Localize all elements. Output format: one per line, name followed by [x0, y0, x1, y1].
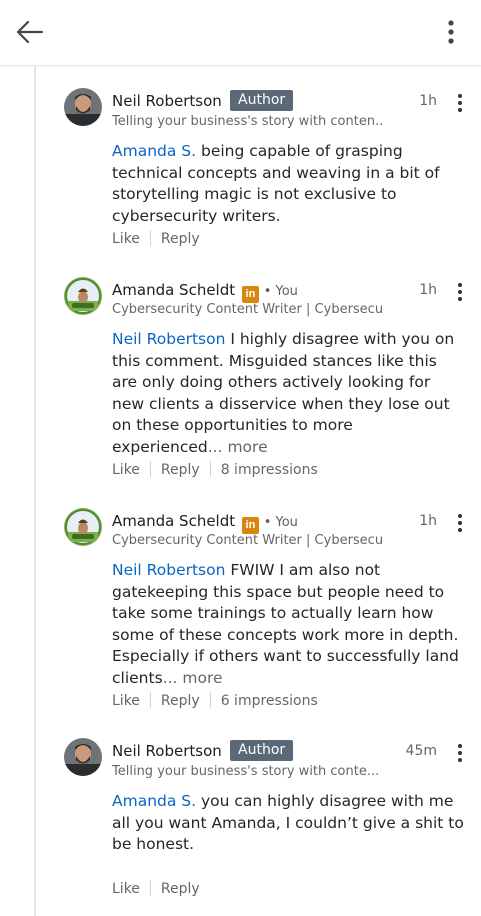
- impressions-count[interactable]: 6 impressions: [221, 691, 318, 711]
- you-label: • You: [263, 284, 298, 299]
- commenter-name[interactable]: Amanda Scheldt: [112, 281, 235, 299]
- commenter-headline: Telling your business's story with conte…: [112, 114, 382, 129]
- author-badge: Author: [230, 90, 294, 111]
- commenter-headline: Cybersecurity Content Writer | Cybersecu…: [112, 533, 382, 548]
- mention-link[interactable]: Neil Robertson: [112, 330, 225, 348]
- comment-options-button[interactable]: [449, 281, 471, 303]
- reply-button[interactable]: Reply: [161, 691, 200, 711]
- vertical-ellipsis-icon: [458, 514, 462, 532]
- divider: [149, 692, 151, 708]
- comment-actions: Like Reply 6 impressions: [112, 691, 318, 711]
- commenter-headline: Cybersecurity Content Writer | Cybersecu…: [112, 302, 382, 317]
- comment-actions: Like Reply 8 impressions: [112, 460, 318, 480]
- comment-options-button[interactable]: [449, 742, 471, 764]
- divider: [149, 461, 151, 477]
- see-more-link[interactable]: ... more: [208, 438, 268, 456]
- comment-timestamp: 45m: [405, 743, 437, 759]
- avatar[interactable]: [64, 88, 102, 126]
- avatar[interactable]: [64, 738, 102, 776]
- vertical-ellipsis-icon: [458, 94, 462, 112]
- comment-timestamp: 1h: [419, 93, 437, 109]
- vertical-ellipsis-icon: [458, 283, 462, 301]
- avatar[interactable]: [64, 277, 102, 315]
- like-button[interactable]: Like: [112, 229, 140, 249]
- commenter-name-row: Amanda Scheldt in • You: [112, 511, 298, 534]
- mention-link[interactable]: Neil Robertson: [112, 561, 225, 579]
- arrow-left-icon: [16, 20, 44, 44]
- vertical-ellipsis-icon: [458, 744, 462, 762]
- reply-button[interactable]: Reply: [161, 879, 200, 899]
- mention-link[interactable]: Amanda S.: [112, 792, 196, 810]
- impressions-count[interactable]: 8 impressions: [221, 460, 318, 480]
- comment-text: Neil Robertson FWIW I am also not gateke…: [112, 560, 464, 689]
- divider: [149, 880, 151, 896]
- commenter-headline: Telling your business's story with conte…: [112, 764, 380, 779]
- options-menu-button[interactable]: [436, 18, 466, 48]
- comment-text: Amanda S. you can highly disagree with m…: [112, 791, 464, 856]
- comment-timestamp: 1h: [419, 282, 437, 298]
- comment-text: Neil Robertson I highly disagree with yo…: [112, 329, 464, 458]
- comment-options-button[interactable]: [449, 512, 471, 534]
- back-button[interactable]: [14, 18, 46, 46]
- like-button[interactable]: Like: [112, 879, 140, 899]
- comment-options-button[interactable]: [449, 92, 471, 114]
- reply-button[interactable]: Reply: [161, 229, 200, 249]
- comment-timestamp: 1h: [419, 513, 437, 529]
- like-button[interactable]: Like: [112, 460, 140, 480]
- see-more-link[interactable]: ... more: [163, 669, 223, 687]
- commenter-name-row: Amanda Scheldt in • You: [112, 280, 298, 303]
- commenter-name[interactable]: Neil Robertson: [112, 741, 222, 761]
- comment-text: Amanda S. being capable of grasping tech…: [112, 141, 464, 227]
- author-badge: Author: [230, 740, 294, 761]
- comment-actions: Like Reply: [112, 229, 200, 249]
- top-bar: [0, 0, 481, 66]
- vertical-ellipsis-icon: [448, 20, 454, 44]
- divider: [149, 230, 151, 246]
- commenter-name[interactable]: Amanda Scheldt: [112, 512, 235, 530]
- divider: [209, 692, 211, 708]
- avatar[interactable]: [64, 508, 102, 546]
- mention-link[interactable]: Amanda S.: [112, 142, 196, 160]
- you-label: • You: [263, 515, 298, 530]
- commenter-name[interactable]: Neil Robertson: [112, 91, 222, 111]
- thread-line: [34, 66, 36, 916]
- divider: [209, 461, 211, 477]
- comment-actions: Like Reply: [112, 879, 200, 899]
- comment-body: I highly disagree with you on this comme…: [112, 330, 455, 456]
- like-button[interactable]: Like: [112, 691, 140, 711]
- reply-button[interactable]: Reply: [161, 460, 200, 480]
